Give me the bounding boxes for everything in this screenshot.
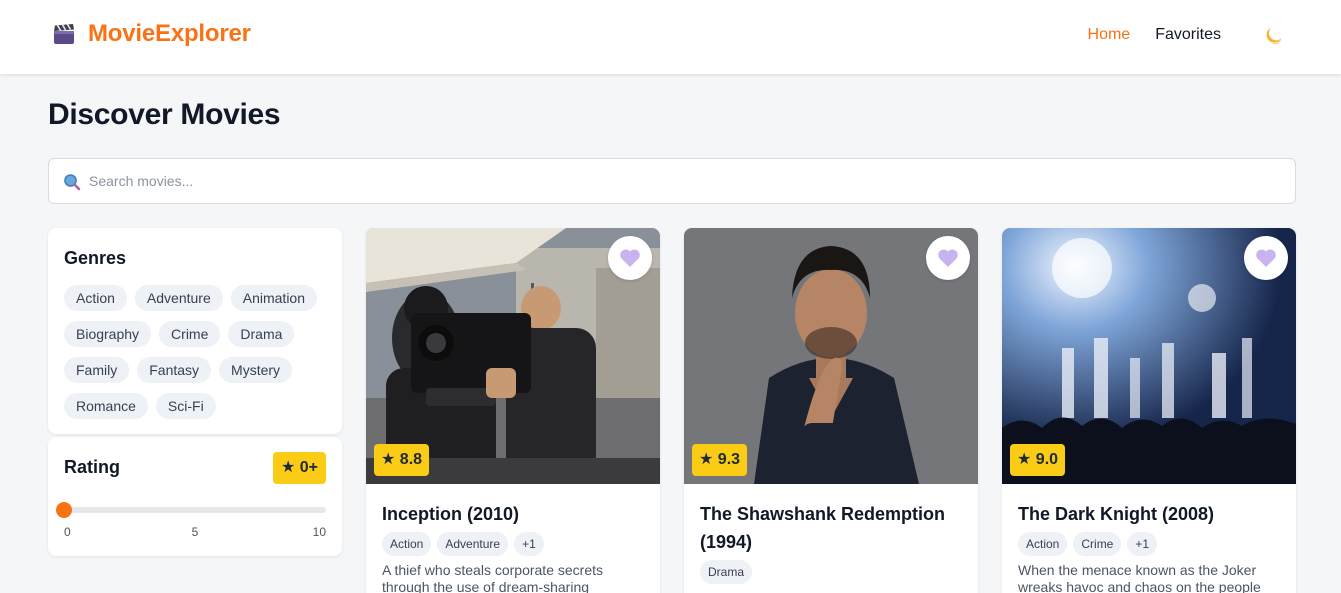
movie-poster: ★ 9.0 — [1002, 228, 1296, 484]
movie-card-body: The Dark Knight (2008) Action Crime +1 W… — [1018, 500, 1280, 593]
favorite-button[interactable] — [608, 236, 652, 280]
movie-rating-badge: ★ 9.0 — [1010, 444, 1066, 476]
main-nav: Home Favorites — [1088, 24, 1285, 46]
movie-poster: ★ 9.3 — [684, 228, 978, 484]
rating-title: Rating — [64, 457, 120, 477]
genre-chip-romance[interactable]: Romance — [64, 393, 148, 419]
rating-tick-mid: 5 — [191, 525, 199, 539]
favorite-button[interactable] — [926, 236, 970, 280]
movie-card[interactable]: ★ 9.3 The Shawshank Redemption (1994) Dr… — [684, 228, 978, 593]
genre-chip-biography[interactable]: Biography — [64, 321, 152, 347]
genre-chip-action[interactable]: Action — [64, 285, 127, 311]
movie-card[interactable]: ★ 8.8 Inception (2010) Action Adventure … — [366, 228, 660, 593]
movie-title[interactable]: The Shawshank Redemption (1994) — [700, 500, 962, 556]
heart-icon — [938, 249, 958, 267]
page-title: Discover Movies — [48, 98, 281, 131]
movie-rating-badge: ★ 9.3 — [692, 444, 748, 476]
movie-genre-tag: Action — [1018, 532, 1068, 556]
movie-title[interactable]: Inception (2010) — [382, 500, 644, 528]
search-icon — [64, 174, 81, 191]
heart-icon — [620, 249, 640, 267]
movie-more-genres-tag: +1 — [514, 532, 544, 556]
movie-genre-tag: Drama — [700, 560, 753, 584]
rating-tick-max: 10 — [312, 525, 326, 539]
movie-genre-tag: Crime — [1073, 532, 1122, 556]
moon-icon[interactable] — [1263, 24, 1285, 46]
genre-chip-adventure[interactable]: Adventure — [134, 285, 223, 311]
movie-title[interactable]: The Dark Knight (2008) — [1018, 500, 1280, 528]
search-input[interactable] — [89, 159, 1279, 203]
movie-genre-tags: Drama — [700, 560, 962, 584]
genre-chip-list: Action Adventure Animation Biography Cri… — [64, 285, 334, 419]
rating-scale: 0 5 10 — [64, 525, 326, 539]
top-navbar: MovieExplorer Home Favorites — [0, 0, 1341, 74]
rating-slider-thumb[interactable] — [56, 502, 72, 518]
heart-icon — [1256, 249, 1276, 267]
movie-description: When the menace known as the Joker wreak… — [1018, 562, 1261, 593]
clapperboard-icon — [54, 23, 74, 44]
genre-chip-crime[interactable]: Crime — [159, 321, 221, 347]
movie-card-body: Inception (2010) Action Adventure +1 A t… — [382, 500, 644, 593]
movie-card-body: The Shawshank Redemption (1994) Drama — [700, 500, 962, 584]
movie-card[interactable]: ★ 9.0 The Dark Knight (2008) Action Crim… — [1002, 228, 1296, 593]
movie-genre-tags: Action Crime +1 — [1018, 532, 1280, 556]
movie-more-genres-tag: +1 — [1127, 532, 1158, 556]
favorite-button[interactable] — [1244, 236, 1288, 280]
search-bar — [48, 158, 1296, 204]
genres-title: Genres — [64, 248, 127, 268]
genre-chip-sci-fi[interactable]: Sci-Fi — [155, 393, 216, 419]
app-name: MovieExplorer — [88, 20, 251, 47]
movie-genre-tag: Action — [382, 532, 432, 556]
brand[interactable]: MovieExplorer — [52, 20, 251, 48]
genre-chip-fantasy[interactable]: Fantasy — [137, 357, 212, 383]
rating-filter-panel: Rating ★ 0+ 0 5 10 — [48, 437, 342, 556]
movie-rating-badge: ★ 8.8 — [374, 444, 430, 476]
movie-genre-tag: Adventure — [437, 532, 509, 556]
genre-chip-family[interactable]: Family — [64, 357, 130, 383]
movie-poster: ★ 8.8 — [366, 228, 660, 484]
movie-description: A thief who steals corporate secrets thr… — [382, 562, 603, 593]
genres-filter-panel: Genres Action Adventure Animation Biogra… — [48, 228, 342, 434]
genre-chip-drama[interactable]: Drama — [228, 321, 295, 347]
rating-slider[interactable] — [56, 502, 326, 518]
movie-genre-tags: Action Adventure +1 — [382, 532, 644, 556]
genre-chip-animation[interactable]: Animation — [230, 285, 318, 311]
nav-favorites-link[interactable]: Favorites — [1155, 26, 1221, 44]
nav-home-link[interactable]: Home — [1088, 26, 1131, 44]
rating-tick-min: 0 — [64, 525, 71, 539]
rating-value-badge: ★ 0+ — [272, 452, 326, 484]
genre-chip-mystery[interactable]: Mystery — [219, 357, 293, 383]
